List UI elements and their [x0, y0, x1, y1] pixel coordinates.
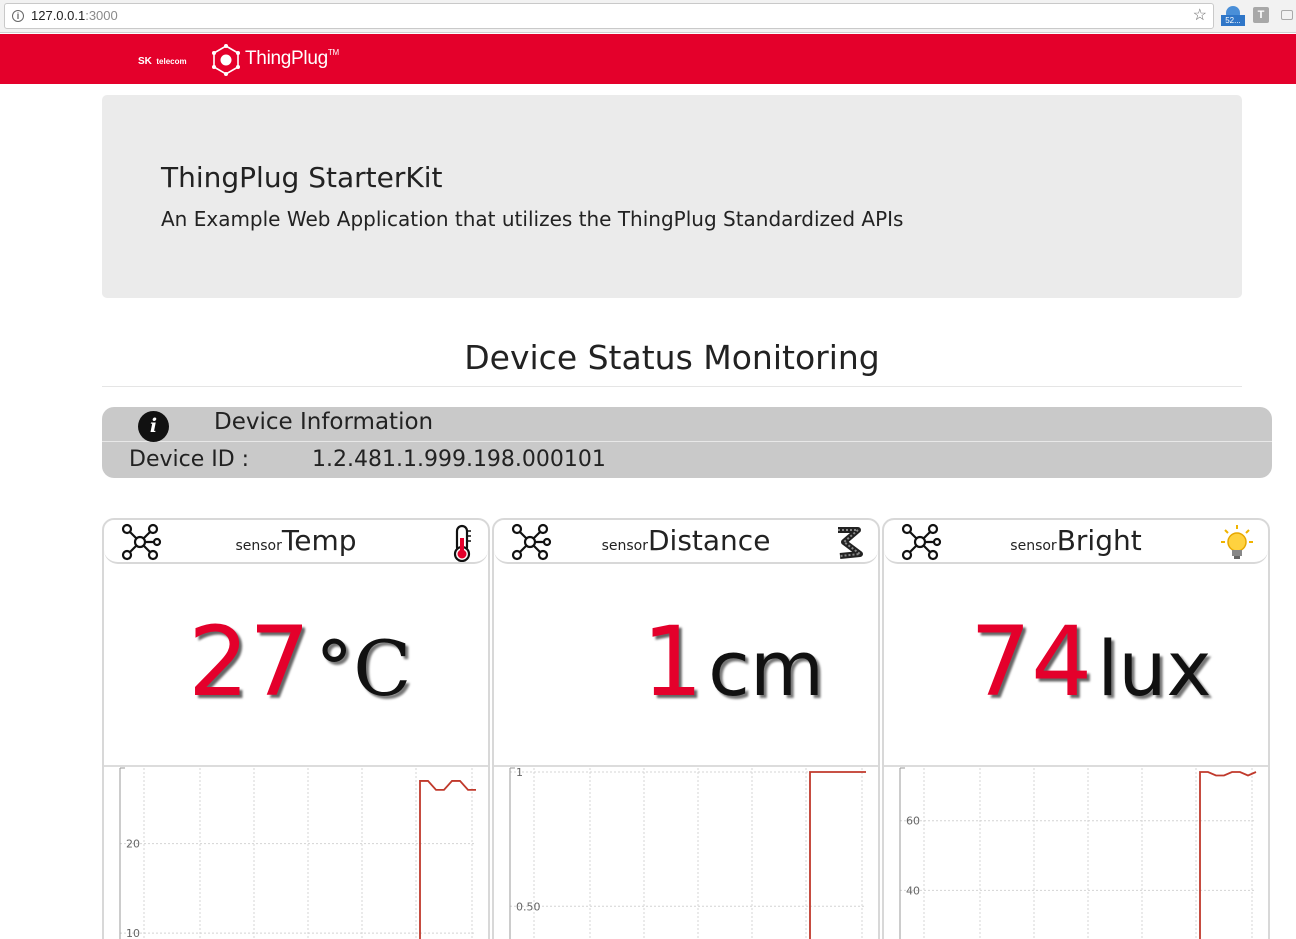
browser-toolbar: i 127.0.0.1:3000 ☆ 52... T: [0, 0, 1296, 33]
sensor-title: sensorDistance: [494, 524, 878, 557]
thermometer-icon: [453, 524, 471, 562]
sensor-value: 27: [188, 606, 311, 718]
device-id-value: 1.2.481.1.999.198.000101: [312, 447, 606, 472]
extension-badge: 52...: [1221, 15, 1245, 26]
telecom-logo-text: telecom: [156, 57, 187, 66]
sensor-prefix: sensor: [1010, 538, 1057, 554]
address-bar[interactable]: i 127.0.0.1:3000 ☆: [4, 3, 1214, 29]
sensor-panel-distance: sensorDistance 1 cm 0.50 1: [492, 518, 880, 939]
site-info-icon[interactable]: i: [12, 10, 24, 22]
device-info-header: i Device Information: [102, 407, 1272, 442]
sensor-value: 74: [970, 606, 1093, 718]
sensor-header: sensorBright: [884, 520, 1268, 564]
sensor-reading: 1 cm: [642, 606, 824, 718]
extension-weather-icon[interactable]: 52...: [1221, 6, 1245, 26]
series-line: [809, 771, 866, 939]
thingplug-hexagon-icon: [212, 44, 240, 76]
sensor-title: sensorTemp: [104, 524, 488, 557]
thingplug-logo-text: ThingPlugTM: [245, 48, 339, 69]
sensor-chart-distance: 0.50 1: [509, 766, 866, 939]
sensor-prefix: sensor: [235, 538, 282, 554]
sensor-unit: cm: [708, 624, 824, 713]
sensor-header: sensorTemp: [104, 520, 488, 564]
sensor-name: Bright: [1056, 524, 1142, 557]
lightbulb-icon: [1221, 525, 1253, 559]
y-tick-label: 40: [906, 884, 920, 897]
distance-icon: [838, 527, 863, 559]
sk-telecom-logo[interactable]: SK telecom: [138, 51, 187, 69]
sensor-name: Temp: [281, 524, 357, 557]
y-tick-label: 20: [126, 838, 140, 851]
sensor-chart-bright: 40 60: [899, 767, 1257, 939]
url-host: 127.0.0.1: [31, 8, 86, 23]
section-title: Device Status Monitoring: [464, 338, 880, 377]
section-divider: [102, 386, 1242, 387]
extension-t-icon[interactable]: T: [1253, 7, 1269, 23]
sensor-header: sensorDistance: [494, 520, 878, 564]
sk-logo-text: SK: [138, 56, 152, 67]
sensor-name: Distance: [647, 524, 771, 557]
sensor-unit: °C: [315, 624, 412, 713]
sensor-chart-temp: 10 20: [119, 767, 476, 939]
sensor-reading: 27 °C: [188, 606, 411, 718]
sensor-unit: lux: [1097, 624, 1212, 713]
app-subtitle: An Example Web Application that utilizes…: [161, 207, 904, 231]
y-tick-label: 10: [126, 927, 140, 939]
series-line: [419, 780, 476, 939]
y-tick-label: 1: [516, 766, 523, 779]
app-title: ThingPlug StarterKit: [161, 161, 443, 194]
jumbotron: ThingPlug StarterKit An Example Web Appl…: [102, 95, 1242, 298]
top-navbar: SK telecom ThingPlugTM: [0, 34, 1296, 84]
sensor-prefix: sensor: [601, 538, 648, 554]
sensor-panel-temp: sensorTemp 27 °C 10 20: [102, 518, 490, 939]
extension-cast-icon[interactable]: [1281, 10, 1293, 20]
sensor-reading: 74 lux: [970, 606, 1212, 718]
sensor-title: sensorBright: [884, 524, 1268, 557]
y-tick-label: 60: [906, 815, 920, 828]
bookmark-star-icon[interactable]: ☆: [1193, 4, 1207, 28]
device-id-label: Device ID :: [129, 447, 250, 472]
y-tick-label: 0.50: [516, 900, 541, 913]
device-info-title: Device Information: [214, 409, 434, 435]
info-icon: i: [138, 411, 169, 442]
sensor-value: 1: [642, 606, 704, 718]
url-port: :3000: [85, 8, 118, 23]
sensor-panel-bright: sensorBright 74 lux 40 60: [882, 518, 1270, 939]
series-line: [1199, 771, 1257, 939]
device-info-panel: i Device Information Device ID : 1.2.481…: [102, 407, 1272, 478]
